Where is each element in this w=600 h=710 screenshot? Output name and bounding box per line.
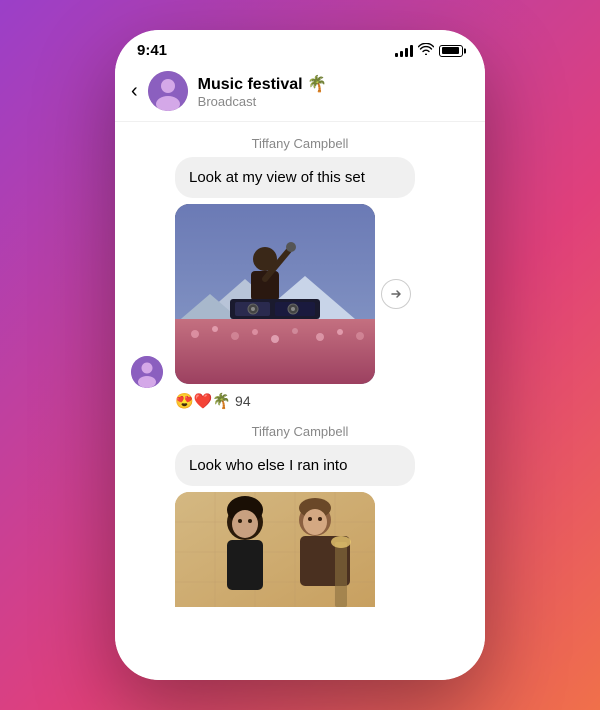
sender-avatar bbox=[131, 356, 163, 388]
people-image bbox=[175, 492, 375, 607]
status-bar: 9:41 bbox=[115, 30, 485, 63]
message-bubble-2: Look who else I ran into bbox=[175, 445, 415, 486]
avatar-image bbox=[148, 71, 188, 111]
dj-scene-svg bbox=[175, 204, 375, 384]
avatar bbox=[148, 71, 188, 111]
battery-icon bbox=[439, 45, 463, 57]
message-bubble-1: Look at my view of this set bbox=[175, 157, 415, 198]
status-time: 9:41 bbox=[137, 42, 167, 59]
phone-frame: 9:41 ‹ bbox=[115, 30, 485, 680]
image-wrapper bbox=[175, 204, 375, 384]
reaction-emojis: 😍❤️🌴 bbox=[175, 392, 231, 410]
signal-icon bbox=[395, 45, 413, 57]
sender-name-2: Tiffany Campbell bbox=[115, 424, 485, 439]
image-message-row bbox=[115, 204, 485, 388]
people-scene-svg bbox=[175, 492, 375, 607]
chat-subtitle: Broadcast bbox=[198, 94, 327, 109]
reactions-row: 😍❤️🌴 94 bbox=[175, 392, 485, 410]
dj-image bbox=[175, 204, 375, 384]
chat-header: ‹ Music festival 🌴 Broadcast bbox=[115, 63, 485, 122]
header-info: Music festival 🌴 Broadcast bbox=[198, 74, 327, 109]
reaction-count: 94 bbox=[235, 393, 251, 409]
forward-button[interactable] bbox=[381, 279, 411, 309]
chat-title: Music festival 🌴 bbox=[198, 74, 327, 94]
sender-name-1: Tiffany Campbell bbox=[115, 136, 485, 151]
back-button[interactable]: ‹ bbox=[131, 80, 138, 103]
chat-body: Tiffany Campbell Look at my view of this… bbox=[115, 122, 485, 680]
wifi-icon bbox=[418, 43, 434, 58]
status-icons bbox=[395, 43, 463, 58]
